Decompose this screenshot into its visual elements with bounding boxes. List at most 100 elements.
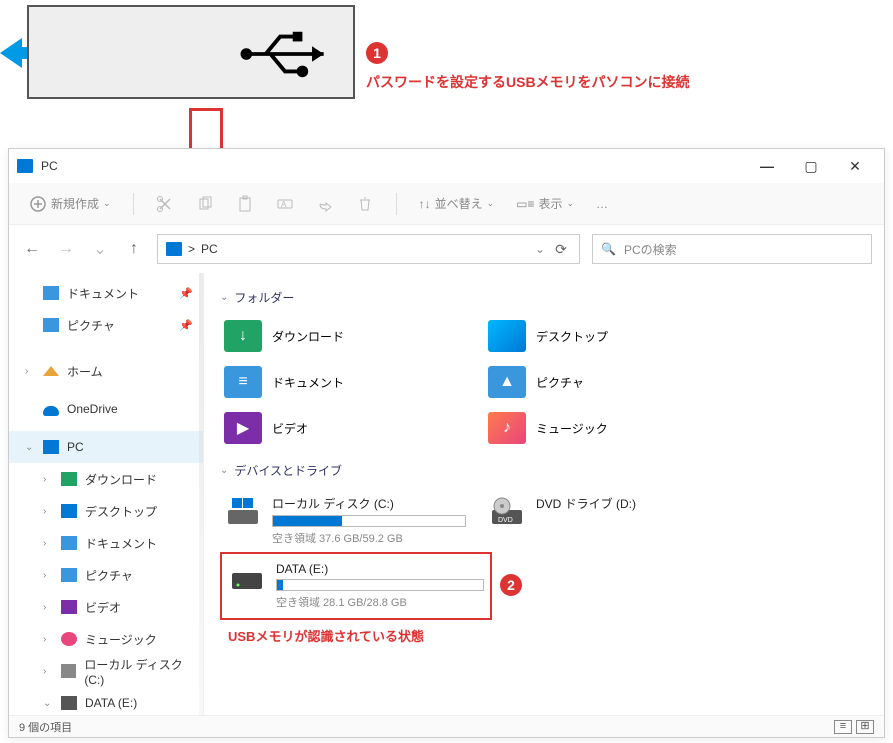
close-button[interactable]: ✕ [840,158,870,175]
sidebar-item-documents[interactable]: ドキュメント📌 [9,277,203,309]
folder-label: ダウンロード [272,328,344,345]
recent-button[interactable]: ⌄ [89,239,111,259]
devices-header[interactable]: ⌄デバイスとドライブ [220,462,868,479]
rename-icon: A [276,195,294,213]
drive-c[interactable]: ローカル ディスク (C:) 空き領域 37.6 GB/59.2 GB [220,489,470,552]
home-icon [43,362,59,376]
paste-icon [236,195,254,213]
sidebar-label: ビデオ [85,599,121,616]
sidebar-item-pictures[interactable]: ピクチャ📌 [9,309,203,341]
folder-item[interactable]: ▲ピクチャ [484,362,734,402]
trash-icon [356,195,374,213]
folder-item[interactable]: デスクトップ [484,316,734,356]
sidebar-label: ドキュメント [85,535,157,552]
new-button-label: 新規作成 [51,195,99,212]
drive-space: 空き領域 28.1 GB/28.8 GB [276,594,484,610]
more-button[interactable]: … [590,193,614,215]
folder-item[interactable]: ♪ ミュージック [484,408,734,448]
folder-item[interactable]: ↓ ダウンロード [220,316,470,356]
highlight-box: DATA (E:) 空き領域 28.1 GB/28.8 GB [220,552,492,620]
forward-button[interactable]: → [55,240,77,258]
drive-dvd[interactable]: DVD DVD ドライブ (D:) [484,489,734,552]
address-bar[interactable]: > PC ⌄ ⟳ [157,234,580,264]
drive-space: 空き領域 37.6 GB/59.2 GB [272,530,466,546]
drive-name: DVD ドライブ (D:) [536,495,730,512]
sidebar-item-videos[interactable]: ›ビデオ [9,591,203,623]
sidebar-item-downloads[interactable]: ›ダウンロード [9,463,203,495]
refresh-button[interactable]: ⟳ [551,241,571,258]
grid-view-button[interactable] [856,720,874,734]
folders-header[interactable]: ⌄フォルダー [220,289,868,306]
dvd-icon: DVD [488,495,526,527]
folder-item[interactable]: ≡ドキュメント [220,362,470,402]
paste-button[interactable] [230,191,260,217]
sidebar-item-cdrive[interactable]: ›ローカル ディスク (C:) [9,655,203,687]
delete-button[interactable] [350,191,380,217]
sidebar-item-home[interactable]: ›ホーム [9,355,203,387]
back-button[interactable]: ← [21,240,43,258]
sidebar-item-onedrive[interactable]: OneDrive [9,393,203,425]
sidebar-label: ピクチャ [67,317,115,334]
status-bar: 9 個の項目 [9,715,884,737]
list-view-button[interactable] [834,720,852,734]
nav-row: ← → ⌄ ↑ > PC ⌄ ⟳ 🔍 PCの検索 [9,225,884,273]
minimize-button[interactable]: — [752,158,782,175]
sidebar-item-documents2[interactable]: ›ドキュメント [9,527,203,559]
rename-button[interactable]: A [270,191,300,217]
maximize-button[interactable]: ▢ [796,158,826,175]
scissors-icon [156,195,174,213]
plus-circle-icon [29,195,47,213]
copy-button[interactable] [190,191,220,217]
sidebar-label: ミュージック [85,631,157,648]
pin-icon: 📌 [179,287,193,300]
picture-icon [43,318,59,332]
disk-icon [61,664,77,678]
sidebar-label: デスクトップ [85,503,157,520]
copy-icon [196,195,214,213]
download-icon [61,472,77,486]
up-button[interactable]: ↑ [123,240,145,258]
sort-label: 並べ替え [435,195,483,212]
folder-item[interactable]: ▶ビデオ [220,408,470,448]
view-button[interactable]: ▭≡ 表示 ⌄ [510,191,580,216]
share-icon [316,195,334,213]
search-icon: 🔍 [601,242,616,256]
folder-icon: ▲ [488,366,526,398]
search-input[interactable]: 🔍 PCの検索 [592,234,872,264]
view-icon: ▭≡ [516,197,534,211]
sidebar: ドキュメント📌 ピクチャ📌 ›ホーム OneDrive ⌄PC ›ダウンロード … [9,273,204,715]
usage-bar [272,515,466,527]
share-button[interactable] [310,191,340,217]
expand-icon[interactable]: › [25,366,35,377]
new-button[interactable]: 新規作成 ⌄ [23,191,117,217]
sidebar-item-pictures2[interactable]: ›ピクチャ [9,559,203,591]
breadcrumb-pc[interactable]: PC [201,242,218,256]
windows-disk-icon [224,495,262,527]
sidebar-label: DATA (E:) [85,696,137,710]
folder-icon: ↓ [224,320,262,352]
breadcrumb-sep: > [188,242,195,256]
sidebar-item-edrive[interactable]: ⌄DATA (E:) [9,687,203,715]
drive-e[interactable]: DATA (E:) 空き領域 28.1 GB/28.8 GB [224,556,488,616]
item-count: 9 個の項目 [19,719,72,735]
annotation-caption-1: パスワードを設定するUSBメモリをパソコンに接続 [366,72,690,92]
sidebar-item-pc[interactable]: ⌄PC [9,431,203,463]
window-title: PC [41,159,752,173]
svg-text:A: A [281,200,287,209]
content-pane: ⌄フォルダー ↓ ダウンロード デスクトップ ≡ドキュメント ▲ピクチャ ▶ビデオ ♪ ミュー… [204,273,884,715]
drive-name: DATA (E:) [276,562,484,576]
section-label: デバイスとドライブ [234,462,342,479]
video-icon [61,600,77,614]
sidebar-item-desktop[interactable]: ›デスクトップ [9,495,203,527]
explorer-window: PC — ▢ ✕ 新規作成 ⌄ A ↑↓ 並べ替え ⌄ ▭≡ 表示 ⌄ … [8,148,885,738]
collapse-icon[interactable]: ⌄ [25,442,35,453]
search-placeholder: PCの検索 [624,241,677,258]
folder-label: ミュージック [536,420,608,437]
document-icon [61,536,77,550]
sidebar-item-music[interactable]: ›ミュージック [9,623,203,655]
chevron-down-icon[interactable]: ⌄ [535,242,545,256]
sort-button[interactable]: ↑↓ 並べ替え ⌄ [413,191,501,216]
folder-icon: ♪ [488,412,526,444]
pc-icon [166,242,182,256]
cut-button[interactable] [150,191,180,217]
